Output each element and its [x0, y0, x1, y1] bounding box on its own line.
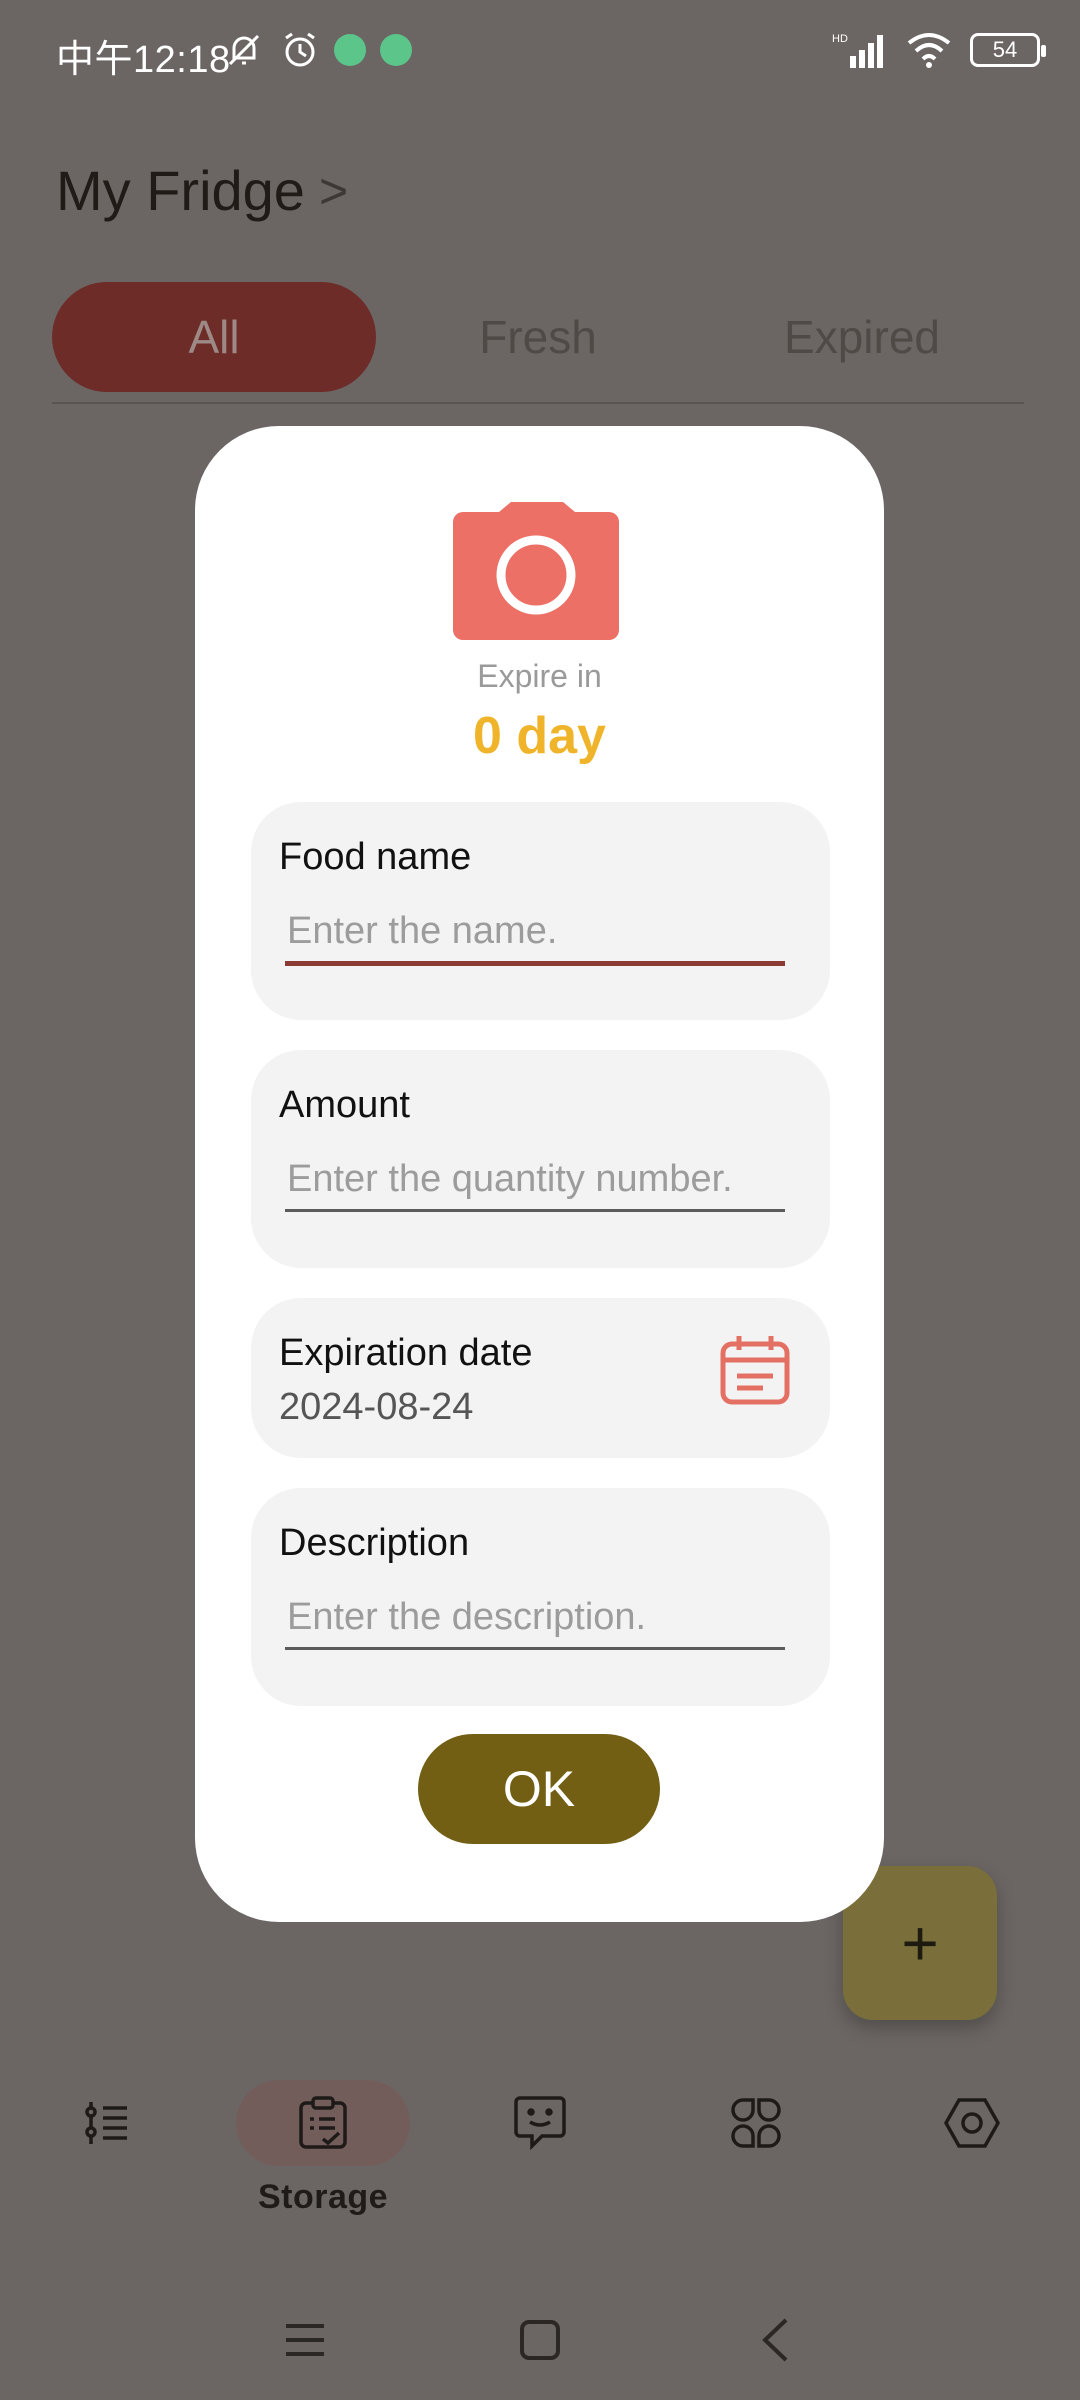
- network-label: HD: [832, 33, 848, 45]
- nav-item-settings[interactable]: [882, 2080, 1062, 2230]
- amount-label: Amount: [279, 1084, 410, 1126]
- signal-icon: HD: [832, 33, 883, 68]
- nav-pill: [669, 2080, 843, 2166]
- settings-icon: [943, 2098, 1001, 2148]
- nav-item-storage[interactable]: Storage: [233, 2080, 413, 2230]
- status-time: 中午12:18: [56, 39, 231, 81]
- wifi-icon: [907, 33, 951, 68]
- tab-expired[interactable]: Expired: [700, 282, 1024, 392]
- description-input[interactable]: [285, 1592, 785, 1650]
- back-icon[interactable]: [745, 2310, 805, 2370]
- ok-button[interactable]: OK: [418, 1734, 660, 1844]
- battery-level: 54: [992, 37, 1018, 62]
- menu-icon[interactable]: [275, 2310, 335, 2370]
- expire-label: Expire in: [477, 658, 602, 694]
- home-icon[interactable]: [510, 2310, 570, 2370]
- add-food-dialog: Expire in 0 day Food name Amount Expirat…: [195, 426, 884, 1922]
- food-name-label: Food name: [279, 836, 472, 878]
- nav-label-storage: Storage: [257, 2178, 389, 2216]
- system-nav-bar: [0, 2290, 1080, 2380]
- nav-pill: [885, 2080, 1059, 2166]
- android-badge-icon: [334, 34, 366, 66]
- amount-field: Amount: [251, 1050, 830, 1268]
- list-icon: [85, 2102, 127, 2144]
- nav-pill-active: [236, 2080, 410, 2166]
- tab-all[interactable]: All: [52, 282, 376, 392]
- alarm-icon: [285, 32, 315, 67]
- tab-fresh[interactable]: Fresh: [376, 282, 700, 392]
- chat-icon: [514, 2096, 566, 2151]
- bottom-nav: Storage: [0, 2060, 1080, 2240]
- food-name-input[interactable]: [285, 906, 785, 966]
- page-title[interactable]: My Fridge >: [56, 158, 348, 223]
- photo-button[interactable]: [453, 502, 619, 640]
- nav-pill: [453, 2080, 627, 2166]
- battery-icon: 54: [970, 33, 1046, 67]
- nav-item-chat[interactable]: [450, 2080, 630, 2230]
- wrench-badge-icon: [380, 34, 412, 66]
- nav-pill: [21, 2080, 195, 2166]
- page-title-text: My Fridge: [56, 159, 305, 222]
- calendar-icon: [720, 1336, 790, 1405]
- description-field: Description: [251, 1488, 830, 1706]
- expire-value: 0 day: [473, 707, 606, 765]
- expiration-date-field[interactable]: Expiration date 2024-08-24: [251, 1298, 830, 1458]
- food-name-field: Food name: [251, 802, 830, 1020]
- mute-bell-icon: [228, 34, 260, 66]
- chevron-right-icon: >: [318, 162, 349, 219]
- amount-input[interactable]: [285, 1154, 785, 1212]
- date-picker-button[interactable]: [717, 1332, 793, 1408]
- tab-bar: All Fresh Expired: [52, 280, 1024, 404]
- expiration-date-value: 2024-08-24: [279, 1386, 474, 1428]
- clipboard-icon: [299, 2096, 347, 2149]
- expiration-date-label: Expiration date: [279, 1332, 533, 1374]
- status-icons-right: HD 54: [832, 30, 1046, 70]
- status-icons-left: [222, 30, 412, 70]
- camera-icon: [453, 502, 619, 640]
- nav-item-list[interactable]: [18, 2080, 198, 2230]
- description-label: Description: [279, 1522, 470, 1564]
- status-bar: 中午12:18 HD 54: [0, 0, 1080, 105]
- nav-item-apps[interactable]: [666, 2080, 846, 2230]
- apps-icon: [731, 2098, 781, 2148]
